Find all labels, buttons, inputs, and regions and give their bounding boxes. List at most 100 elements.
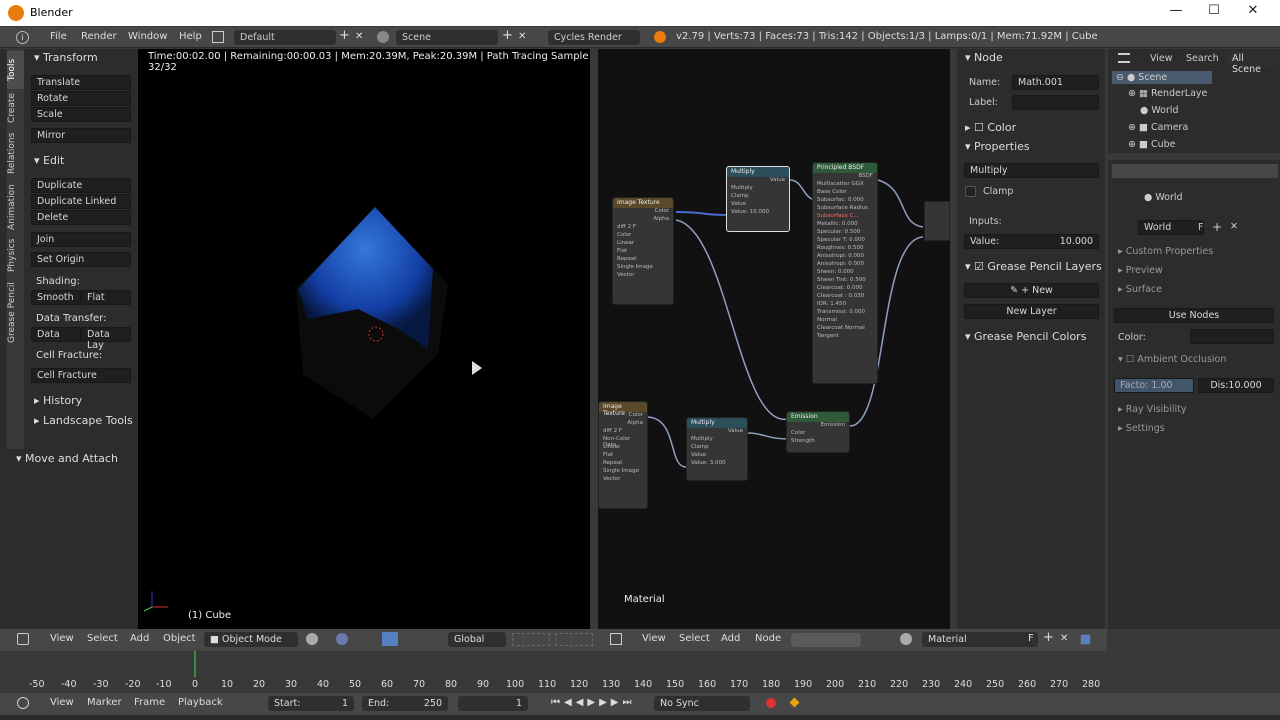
remove-scene-icon[interactable]: ✕ (518, 31, 526, 42)
menu-object[interactable]: Object (163, 633, 196, 644)
sync-select[interactable]: No Sync (654, 696, 750, 711)
ao-distance-field[interactable]: Dis:10.000 (1198, 378, 1274, 393)
node-label-field[interactable] (1012, 95, 1099, 110)
node-row[interactable]: Linear (613, 240, 673, 248)
image-texture-node-2[interactable]: Image Texture Color Alpha diff 2 F Non-C… (598, 401, 648, 509)
menu-playback[interactable]: Playback (178, 697, 223, 708)
tab-physics[interactable]: Physics (7, 235, 24, 275)
fake-user[interactable]: F (619, 428, 622, 434)
editor-type-icon[interactable] (17, 633, 29, 645)
node-row[interactable]: Subsurface C... (813, 213, 877, 221)
menu-file[interactable]: File (50, 31, 67, 42)
tab-grease-pencil[interactable]: Grease Pencil (7, 277, 24, 349)
use-nodes-checkbox[interactable] (1080, 634, 1091, 645)
node-row[interactable]: Anisotropi: 0.000 (813, 253, 877, 261)
menu-marker[interactable]: Marker (87, 697, 122, 708)
info-icon[interactable]: i (16, 31, 29, 44)
add-material-icon[interactable]: + (1043, 630, 1054, 645)
outliner-item-cube[interactable]: ⊕ ■ Cube (1128, 139, 1176, 151)
mirror-button[interactable]: Mirror (31, 128, 131, 143)
ao-factor-field[interactable]: Facto: 1.00 (1114, 378, 1194, 393)
new-layer-button[interactable]: New Layer (964, 304, 1099, 319)
menu-render[interactable]: Render (81, 31, 117, 42)
node-row[interactable]: Clearcoat : 0.030 (813, 293, 877, 301)
maximize-button[interactable]: ☐ (1204, 3, 1224, 23)
clamp-checkbox[interactable] (965, 186, 976, 197)
tab-create[interactable]: Create (7, 91, 24, 125)
orientation-select[interactable]: Global (448, 632, 506, 647)
multiply-node-1[interactable]: Multiply Value Multiply Clamp Value Valu… (726, 166, 790, 232)
fake-user-toggle[interactable]: F (1028, 633, 1034, 644)
history-panel-header[interactable]: ▸ History (34, 394, 82, 407)
menu-add[interactable]: Add (721, 633, 740, 644)
layers-grid-2[interactable] (555, 633, 593, 646)
settings-header[interactable]: ▸ Settings (1118, 423, 1165, 434)
render-engine-select[interactable]: Cycles Render (548, 30, 640, 45)
node-row[interactable]: Metallic: 0.000 (813, 221, 877, 229)
menu-add[interactable]: Add (130, 633, 149, 644)
minimize-button[interactable]: — (1166, 3, 1186, 23)
data-layout-button[interactable]: Data Lay (81, 327, 131, 351)
mode-select[interactable]: ■ Object Mode (204, 632, 298, 647)
flat-button[interactable]: Flat (81, 290, 131, 305)
transform-panel-header[interactable]: ▾ Transform (34, 51, 98, 64)
manipulator-icon[interactable] (382, 632, 398, 646)
set-origin-select[interactable]: Set Origin (31, 252, 131, 267)
material-icon[interactable] (900, 633, 912, 645)
remove-material-icon[interactable]: ✕ (1060, 633, 1068, 644)
color-panel-header[interactable]: ▸ ☐ Color (965, 121, 1016, 134)
timeline[interactable]: -50 -40 -30 -20 -10 0 10 20 30 40 50 60 … (0, 651, 1107, 693)
translate-button[interactable]: Translate (31, 75, 131, 90)
node-distribution[interactable]: Multiscatter GGX (813, 181, 877, 189)
node-editor[interactable]: Multiply Value Multiply Clamp Value Valu… (598, 49, 950, 629)
preview-header[interactable]: ▸ Preview (1118, 265, 1163, 276)
properties-panel-header[interactable]: ▾ Properties (965, 140, 1030, 153)
node-operation[interactable]: Multiply (687, 436, 747, 444)
duplicate-button[interactable]: Duplicate (31, 178, 131, 193)
add-scene-icon[interactable]: + (502, 28, 513, 43)
menu-help[interactable]: Help (179, 31, 202, 42)
pivot-icon[interactable] (336, 633, 348, 645)
edit-panel-header[interactable]: ▾ Edit (34, 154, 64, 167)
menu-view[interactable]: View (50, 633, 74, 644)
outliner-item-renderlayer[interactable]: ⊕ ▦ RenderLaye (1128, 88, 1207, 99)
value-field[interactable]: Value: 10.000 (964, 234, 1099, 249)
duplicate-linked-button[interactable]: Duplicate Linked (31, 194, 131, 209)
gp-colors-header[interactable]: ▾ Grease Pencil Colors (965, 330, 1086, 343)
node-panel-header[interactable]: ▾ Node (965, 51, 1003, 64)
node-row[interactable]: Linear (599, 444, 647, 452)
screen-layout-icon[interactable] (212, 31, 224, 43)
join-button[interactable]: Join (31, 232, 131, 247)
shading-icon[interactable] (306, 633, 318, 645)
ray-visibility-header[interactable]: ▸ Ray Visibility (1118, 404, 1186, 415)
node-row[interactable]: Sheen: 0.000 (813, 269, 877, 277)
node-value[interactable]: Value: 10.000 (727, 209, 789, 217)
image-texture-node-1[interactable]: Image Texture Color Alpha diff 2 F Color… (612, 197, 674, 305)
node-row[interactable]: Subsurfac: 0.000 (813, 197, 877, 205)
menu-node[interactable]: Node (755, 633, 781, 644)
remove-world-icon[interactable]: ✕ (1230, 221, 1238, 232)
fake-user-toggle[interactable]: F (1198, 222, 1203, 233)
playback-controls[interactable]: ⏮◀◀▶▶▶⏭ (551, 697, 635, 708)
node-row[interactable]: Specular: 0.500 (813, 229, 877, 237)
layout-field[interactable]: Default (234, 30, 336, 45)
material-field[interactable]: Material (922, 632, 1038, 647)
menu-select[interactable]: Select (87, 633, 118, 644)
rotate-button[interactable]: Rotate (31, 91, 131, 106)
node-row[interactable]: Anisotropi: 0.000 (813, 261, 877, 269)
node-value[interactable]: Value: 3.000 (687, 460, 747, 468)
cell-fracture-button[interactable]: Cell Fracture (31, 368, 131, 383)
layers-grid[interactable] (512, 633, 550, 646)
node-row[interactable]: Single Image (613, 264, 673, 272)
remove-layout-icon[interactable]: ✕ (355, 31, 363, 42)
node-row[interactable]: Flat (613, 248, 673, 256)
custom-properties-header[interactable]: ▸ Custom Properties (1118, 246, 1213, 257)
scale-button[interactable]: Scale (31, 107, 131, 122)
node-row[interactable]: Flat (599, 452, 647, 460)
ambient-occlusion-header[interactable]: ▾ ☐ Ambient Occlusion (1118, 354, 1226, 365)
tab-tools[interactable]: Tools (7, 51, 24, 89)
fake-user[interactable]: F (633, 224, 636, 230)
start-frame-field[interactable]: Start: 1 (268, 696, 354, 711)
world-field[interactable]: World (1138, 220, 1204, 235)
node-row[interactable]: Specular T: 0.000 (813, 237, 877, 245)
